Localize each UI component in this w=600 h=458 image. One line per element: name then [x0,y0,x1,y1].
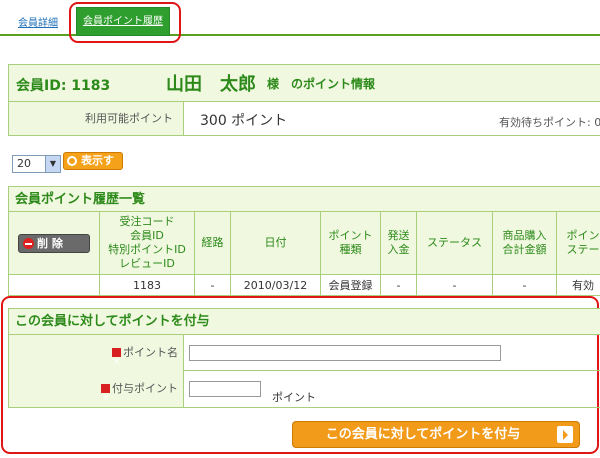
per-page-value: 20 [17,157,31,170]
per-page-select[interactable]: 20 ▼ [12,155,61,173]
grant-points-title: この会員に対してポイントを付与 [9,309,600,335]
col-header-date: 日付 [231,212,321,275]
col-header-codes: 受注コード 会員ID 特別ポイントID レビューID [100,212,195,275]
table-cell: 2010/03/12 [231,275,321,296]
minus-circle-icon [23,237,34,249]
submit-button-label: この会員に対してポイントを付与 [325,427,521,442]
points-unit: ポイント [272,391,316,404]
member-title-suffix: 様 のポイント情報 [267,77,376,91]
point-name-input[interactable] [189,345,501,361]
table-cell [9,275,100,296]
table-cell: - [381,275,417,296]
member-id: 会員ID: 1183 [16,78,111,94]
available-points-label: 利用可能ポイント [9,102,184,135]
highlight-outline-tab [69,2,181,43]
grant-points-label: 付与ポイント [112,382,178,395]
search-icon [67,156,77,166]
col-header-point-status: ポイン ステー [557,212,600,275]
col-header-point-type: ポイント 種類 [321,212,381,275]
grant-points-submit-button[interactable]: この会員に対してポイントを付与 [292,421,580,448]
col-header-shipping: 発送 入金 [381,212,417,275]
table-cell: - [195,275,231,296]
col-header-purchase-total: 商品購入 合計金額 [493,212,557,275]
table-cell: 会員登録 [321,275,381,296]
chevron-right-icon [557,426,573,443]
show-button[interactable]: 表示する [63,152,123,183]
member-info-panel: 会員ID: 1183 山田 太郎 様 のポイント情報 利用可能ポイント 300 … [8,64,600,136]
point-history-title: 会員ポイント履歴一覧 [9,187,600,212]
delete-button-label: 削 除 [37,236,63,250]
member-name: 山田 太郎 [166,74,256,95]
pending-points: 有効待ちポイント: 0 ポ [499,116,600,129]
delete-button[interactable]: 削 除 [18,233,90,253]
grant-points-label-cell: 付与ポイント [9,371,184,416]
point-history-panel: 会員ポイント履歴一覧 削 除 受注コード 会員ID 特別ポイントID レビューI… [8,186,600,296]
grant-points-input[interactable] [189,381,261,397]
grant-points-row: 付与ポイント ポイント [9,371,600,416]
required-icon [112,344,121,380]
delete-header-cell: 削 除 [9,212,100,275]
grant-points-panel: この会員に対してポイントを付与 ポイント名 付与ポイント ポイント [8,308,600,416]
show-button-label: 表示する [81,154,114,183]
table-cell: 有効 [572,279,594,292]
required-icon [101,380,110,416]
table-cell: 1183 [100,275,195,296]
available-points-value: 300 ポイント [200,113,288,129]
point-name-label: ポイント名 [123,346,178,359]
table-cell: - [417,275,493,296]
point-name-label-cell: ポイント名 [9,335,184,380]
point-name-row: ポイント名 [9,335,600,380]
table-cell: - [493,275,557,296]
available-points-row: 利用可能ポイント 300 ポイント 有効待ちポイント: 0 ポ [9,102,600,135]
col-header-status: ステータス [417,212,493,275]
tab-member-detail[interactable]: 会員詳細 [18,14,58,29]
member-info-header: 会員ID: 1183 山田 太郎 様 のポイント情報 [9,65,600,102]
chevron-down-icon[interactable]: ▼ [45,156,60,172]
col-header-route: 経路 [195,212,231,275]
point-history-table: 削 除 受注コード 会員ID 特別ポイントID レビューID 経路 日付 ポイン… [9,212,600,296]
